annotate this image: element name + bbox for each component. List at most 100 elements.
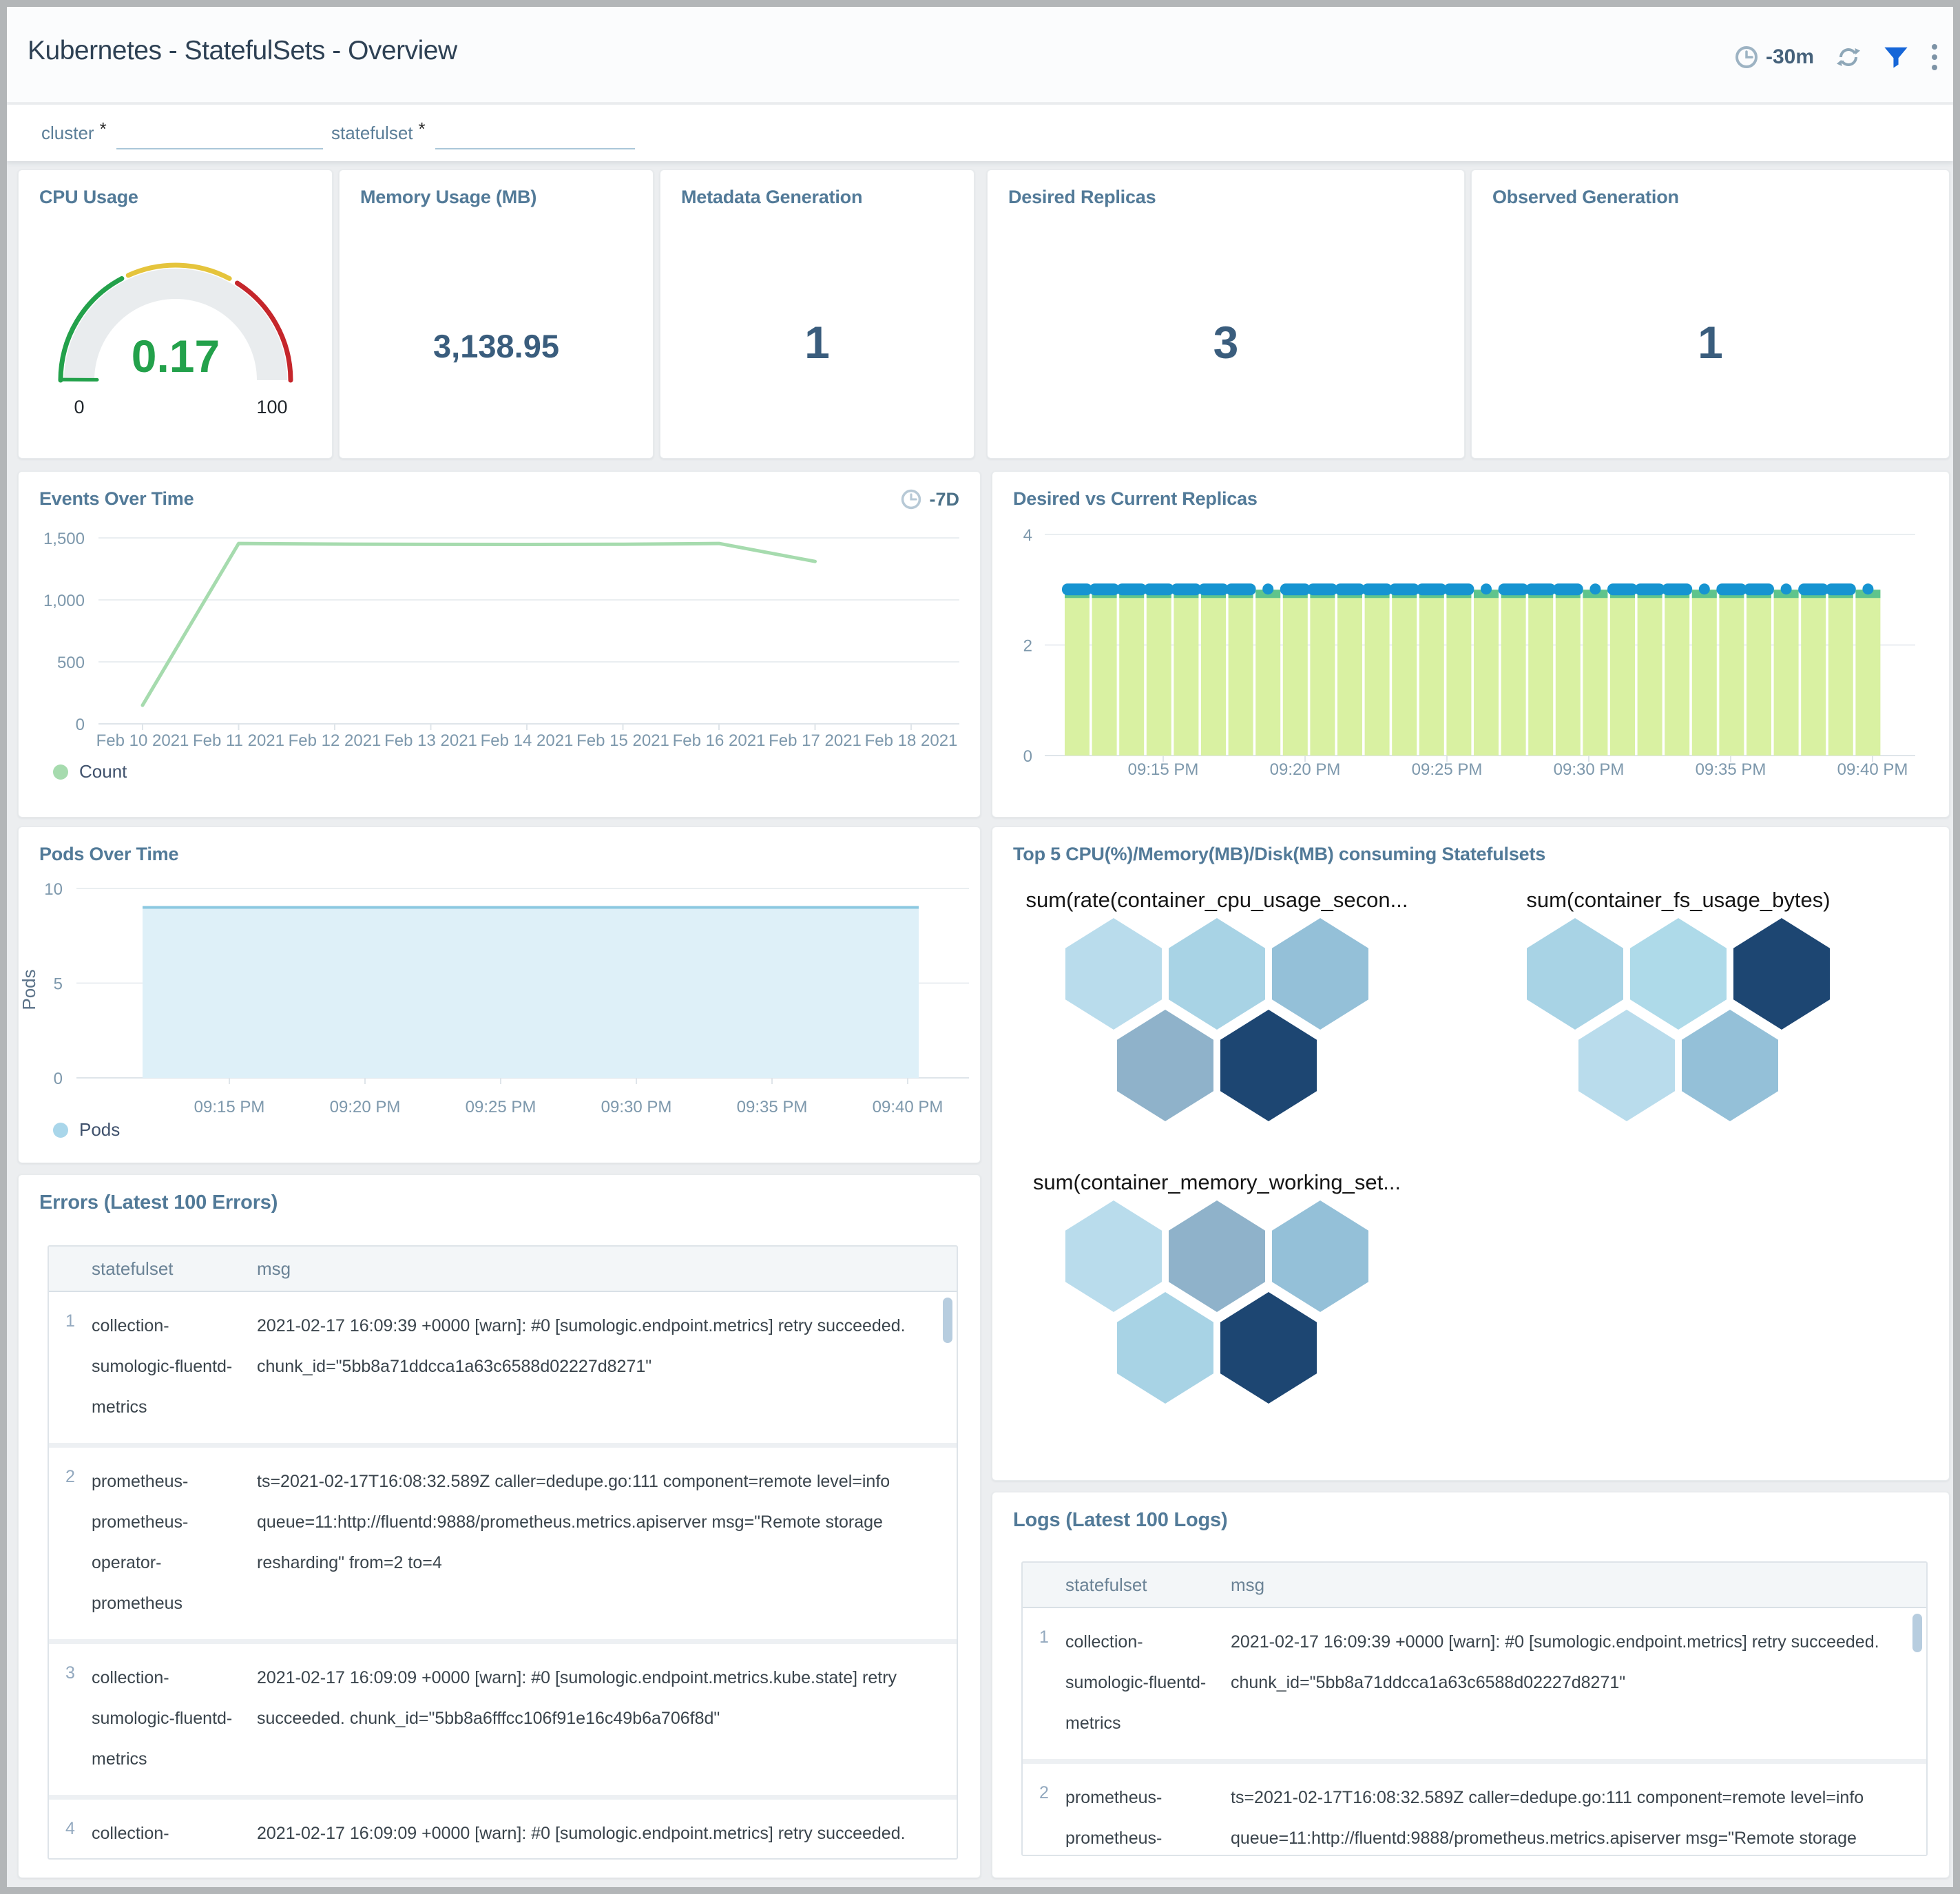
svg-text:0: 0 [76,716,85,734]
table-scrollbar[interactable] [1912,1614,1922,1652]
cell-msg: ts=2021-02-17T16:08:32.589Z caller=dedup… [257,1472,890,1572]
panel-pods-over-time[interactable]: Pods Over Time 0 5 10 09:15 PM 09:20 PM 09:25… [18,826,981,1163]
cell-msg: 2021-02-17 16:09:39 +0000 [warn]: #0 [su… [1231,1632,1879,1692]
honeycomb-cell[interactable] [1630,918,1727,1030]
svg-text:Feb 17 2021: Feb 17 2021 [769,731,862,750]
svg-text:09:15 PM: 09:15 PM [1128,760,1199,779]
table-row[interactable]: 2 prometheus-prometheus-operator-promethe… [1023,1759,1926,1855]
legend-label: Count [79,761,127,782]
honeycomb-cell[interactable] [1578,1010,1675,1121]
column-header-statefulset[interactable]: statefulset [1065,1574,1231,1596]
svg-text:0: 0 [54,1070,63,1088]
svg-text:0: 0 [74,397,84,417]
panel-errors[interactable]: Errors (Latest 100 Errors) statefulset m… [18,1174,981,1878]
column-header-msg[interactable]: msg [257,1258,957,1280]
time-range-label: -30m [1765,45,1814,68]
column-header-msg[interactable]: msg [1231,1574,1926,1596]
logs-table: statefulset msg 1 collection-sumologic-fl… [1021,1561,1928,1856]
table-row[interactable]: 1 collection-sumologic-fluentd-metrics 202… [1023,1608,1926,1759]
panel-cpu-usage[interactable]: CPU Usage 0.17 0 100 [18,169,333,459]
panel-events-over-time[interactable]: Events Over Time -7D 0 500 1,000 1,500 Feb 1… [18,471,981,818]
metadata-generation-value: 1 [804,317,830,368]
header-controls: -30m [1734,43,1939,72]
legend-label: Pods [79,1119,121,1140]
honeycomb-cell[interactable] [1682,1010,1778,1121]
honeycomb-cells [1527,918,1830,1125]
cell-statefulset: collection-sumologic-fluentd-metrics [92,1668,233,1769]
panel-logs[interactable]: Logs (Latest 100 Logs) statefulset msg 1… [992,1492,1950,1878]
honeycomb-cell[interactable] [1065,1200,1162,1312]
filter-statefulset: statefulset * [331,118,635,149]
honeycomb-cell[interactable] [1220,1010,1317,1121]
honeycomb-cell[interactable] [1733,918,1830,1030]
panel-observed-generation[interactable]: Observed Generation 1 [1471,169,1950,459]
errors-table: statefulset msg 1 collection-sumologic-fl… [48,1245,958,1860]
table-row[interactable]: 4 collection-sumologic-fluentd-metrics 202… [49,1795,957,1858]
observed-generation-value: 1 [1698,317,1723,368]
filter-cluster-label: cluster [41,123,94,143]
row-number: 3 [65,1663,75,1683]
honeycomb-cell[interactable] [1065,918,1162,1030]
legend-dot [53,764,68,780]
pods-area-chart[interactable]: 0 5 10 09:15 PM 09:20 PM 09:25 PM 09:30 PM 09:3… [19,827,980,1163]
svg-text:100: 100 [256,397,287,417]
honeycomb-cell[interactable] [1220,1292,1317,1404]
cluster-filter-input[interactable] [116,119,323,149]
panel-desired-vs-current-replicas[interactable]: Desired vs Current Replicas 0 2 4 09:15 PM 0… [992,471,1950,818]
panel-top5-statefulsets[interactable]: Top 5 CPU(%)/Memory(MB)/Disk(MB) consumi… [992,826,1950,1481]
table-row[interactable]: 1 collection-sumologic-fluentd-metrics 202… [49,1292,957,1443]
table-body: 1 collection-sumologic-fluentd-metrics 202… [1023,1608,1926,1855]
svg-text:Pods: Pods [19,969,39,1010]
table-scrollbar[interactable] [943,1298,952,1343]
clock-icon [1734,45,1759,70]
svg-text:10: 10 [44,880,63,899]
filter-statefulset-label: statefulset [331,123,413,143]
time-range-button[interactable]: -30m [1734,45,1814,70]
svg-text:09:35 PM: 09:35 PM [737,1098,808,1116]
row-number: 1 [65,1311,75,1331]
svg-text:09:25 PM: 09:25 PM [466,1098,536,1116]
filter-cluster: cluster * [41,118,323,149]
honeycomb-cell[interactable] [1272,918,1368,1030]
table-row[interactable]: 3 collection-sumologic-fluentd-metrics 202… [49,1639,957,1795]
column-header-statefulset[interactable]: statefulset [92,1258,257,1280]
filter-icon[interactable] [1883,44,1909,70]
honeycomb-cell[interactable] [1117,1292,1213,1404]
honeycomb-cell[interactable] [1272,1200,1368,1312]
svg-text:09:15 PM: 09:15 PM [194,1098,265,1116]
cell-msg: 2021-02-17 16:09:39 +0000 [warn]: #0 [su… [257,1316,906,1376]
svg-text:500: 500 [57,654,85,672]
page-title: Kubernetes - StatefulSets - Overview [28,36,457,65]
svg-text:1,000: 1,000 [43,592,85,610]
honeycomb-cell[interactable] [1117,1010,1213,1121]
legend-dot [53,1122,68,1138]
legend-item-count[interactable]: Count [53,761,127,782]
header-bar: Kubernetes - StatefulSets - Overview -30… [7,7,1953,102]
panel-title: Logs (Latest 100 Logs) [1013,1509,1228,1531]
honeycomb-cell[interactable] [1169,918,1265,1030]
svg-text:09:30 PM: 09:30 PM [601,1098,672,1116]
table-row[interactable]: 2 prometheus-prometheus-operator-promethe… [49,1443,957,1639]
honeycomb-cell[interactable] [1169,1200,1265,1312]
legend-item-pods[interactable]: Pods [53,1119,120,1141]
kebab-menu-icon[interactable] [1930,43,1939,72]
honeycomb-cells [1065,918,1368,1125]
cell-statefulset: prometheus-prometheus-operator-prometheu… [92,1472,189,1613]
svg-text:0.17: 0.17 [132,331,220,382]
panel-desired-replicas[interactable]: Desired Replicas 3 [987,169,1465,459]
svg-text:5: 5 [54,975,63,994]
statefulset-filter-input[interactable] [435,119,635,149]
honeycomb-label: sum(container_fs_usage_bytes) [1526,888,1831,912]
refresh-icon[interactable] [1835,43,1862,71]
events-line-chart[interactable]: 0 500 1,000 1,500 Feb 10 2021 Feb 11 2021 Feb … [19,472,980,817]
replicas-bar-chart[interactable]: 0 2 4 09:15 PM 09:20 PM 09:25 PM 09:30 PM 09:35… [992,472,1949,817]
panel-metadata-generation[interactable]: Metadata Generation 1 [660,169,974,459]
svg-text:09:25 PM: 09:25 PM [1412,760,1483,779]
cell-statefulset: collection-sumologic-fluentd-metrics [92,1316,233,1417]
honeycomb-label: sum(container_memory_working_set... [1032,1170,1401,1194]
honeycomb-cell[interactable] [1527,918,1623,1030]
panel-memory-usage[interactable]: Memory Usage (MB) 3,138.95 [339,169,654,459]
svg-text:Feb 16 2021: Feb 16 2021 [673,731,766,750]
cpu-gauge-chart[interactable]: 0.17 0 100 [19,170,332,458]
svg-text:Feb 12 2021: Feb 12 2021 [289,731,382,750]
